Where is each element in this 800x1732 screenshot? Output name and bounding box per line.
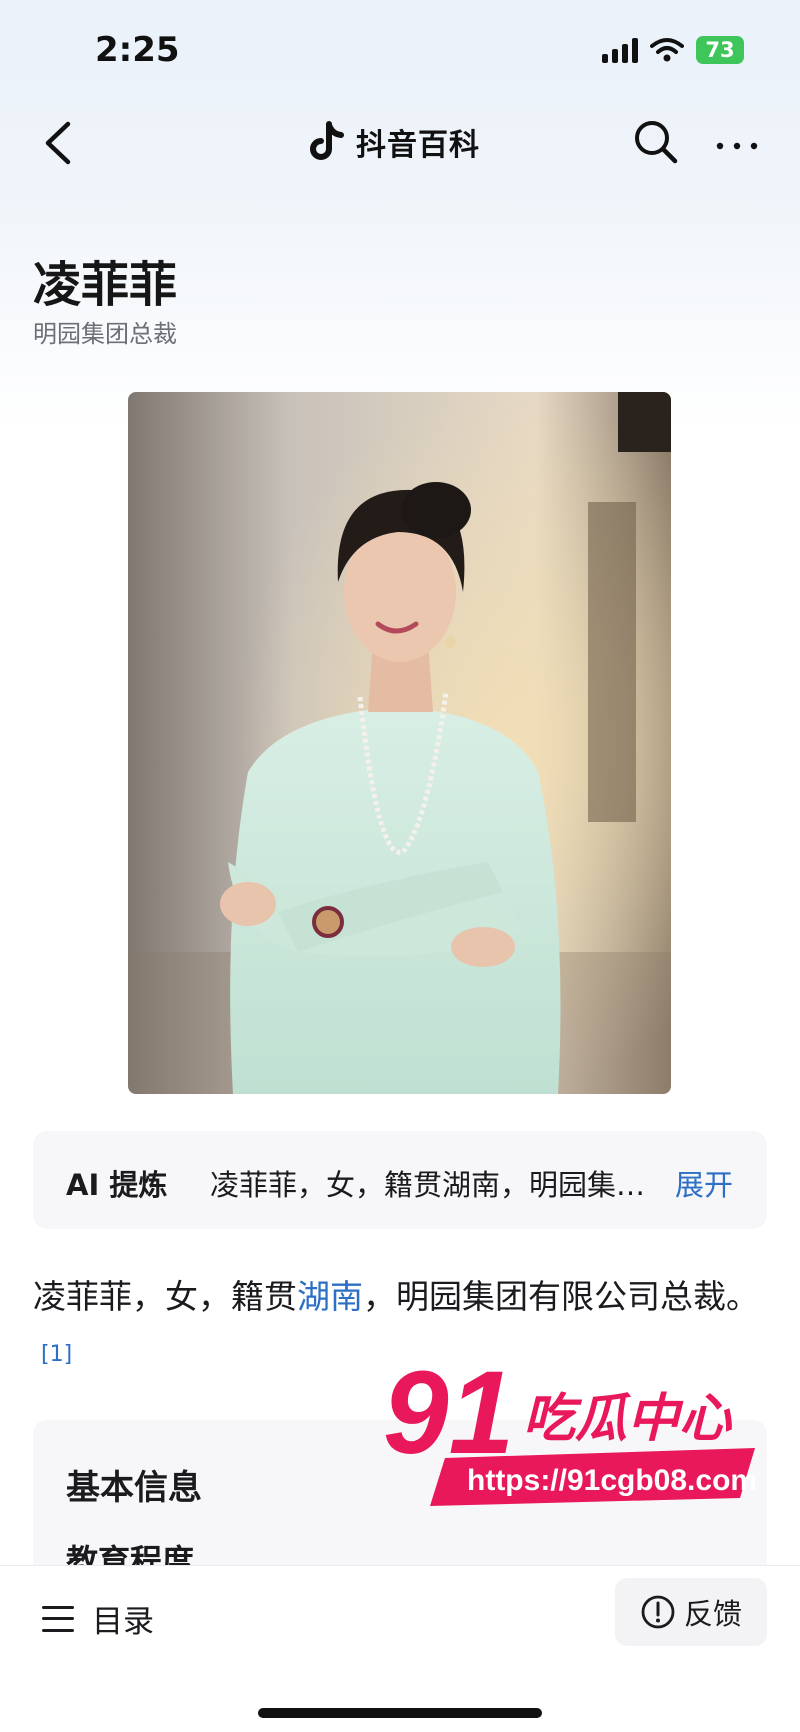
ai-summary-text: 凌菲菲，女，籍贯湖南，明园集…	[210, 1168, 646, 1202]
feedback-label: 反馈	[683, 1597, 742, 1631]
status-icons: 73	[602, 36, 744, 64]
nav-bar: 抖音百科	[0, 110, 800, 176]
brand: 抖音百科	[310, 120, 480, 164]
expand-link[interactable]: 展开	[675, 1162, 733, 1204]
battery-indicator: 73	[696, 36, 744, 64]
search-button[interactable]	[630, 116, 682, 168]
watermark-graphic: 91 吃瓜中心 https://91cgb08.com	[383, 1347, 757, 1506]
ai-summary-label: AI 提炼	[66, 1168, 168, 1202]
home-indicator	[258, 1708, 542, 1718]
watermark-url: https://91cgb08.com	[467, 1464, 757, 1497]
status-time: 2:25	[95, 30, 180, 70]
more-dots-icon	[716, 142, 758, 150]
toc-label: 目录	[92, 1604, 154, 1640]
douyin-logo-icon	[310, 121, 344, 160]
basic-info-heading: 基本信息	[66, 1468, 202, 1508]
intro-text-2: ，明园集团有限公司总裁。	[363, 1277, 759, 1316]
portrait-image	[128, 392, 671, 1094]
exclamation-circle-icon	[641, 1595, 675, 1629]
page-title: 凌菲菲	[33, 257, 178, 313]
intro-text-1: 凌菲菲，女，籍贯	[33, 1277, 297, 1316]
feedback-button[interactable]: 反馈	[615, 1578, 767, 1646]
watermark-brand: 吃瓜中心	[523, 1389, 733, 1449]
reference-link[interactable]: [1]	[41, 1342, 72, 1367]
hunan-link[interactable]: 湖南	[297, 1277, 363, 1316]
more-button[interactable]	[712, 116, 762, 168]
page-subtitle: 明园集团总裁	[33, 320, 177, 348]
toc-button[interactable]: 目录	[42, 1596, 154, 1641]
back-button[interactable]	[38, 118, 82, 168]
bottom-bar: 目录 反馈	[0, 1565, 800, 1732]
signal-icon	[602, 37, 638, 63]
battery-level: 73	[705, 38, 735, 62]
search-icon	[635, 121, 678, 164]
watermark-logo: 91 吃瓜中心 https://91cgb08.com	[375, 1347, 765, 1508]
portrait-photo[interactable]	[128, 392, 671, 1094]
menu-list-icon	[42, 1605, 74, 1632]
ai-summary-box[interactable]: AI 提炼 凌菲菲，女，籍贯湖南，明园集… 展开	[33, 1131, 767, 1229]
chevron-left-icon	[45, 121, 71, 165]
status-bar: 2:25 73	[0, 0, 800, 100]
wifi-icon	[650, 38, 684, 62]
brand-title: 抖音百科	[356, 128, 480, 163]
